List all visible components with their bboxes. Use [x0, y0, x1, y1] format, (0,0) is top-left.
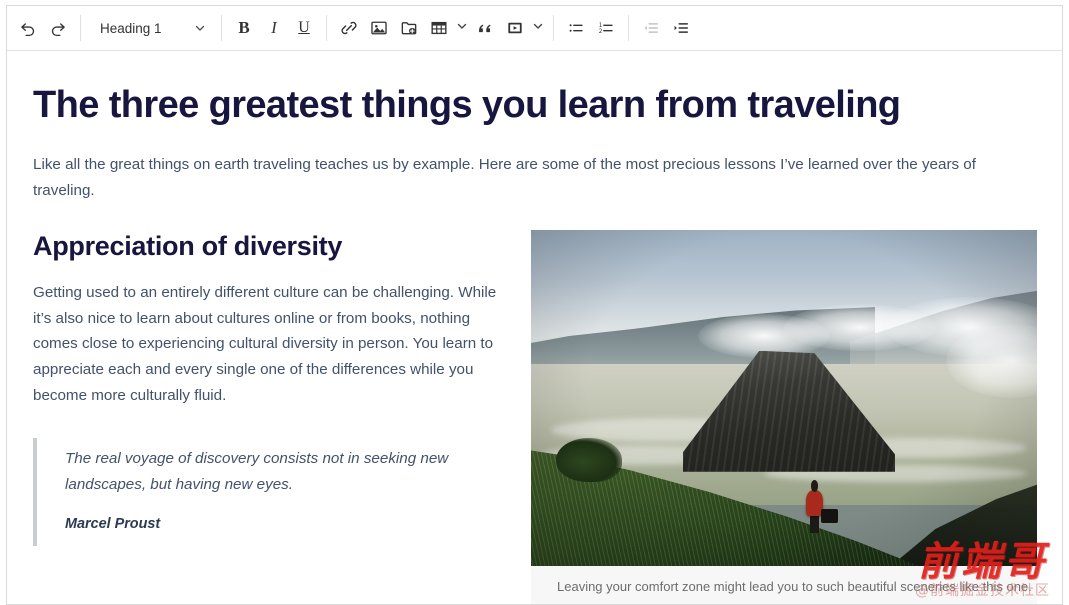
right-column: Leaving your comfort zone might lead you… — [531, 229, 1038, 604]
italic-button[interactable]: I — [259, 13, 289, 43]
photo-hiker-legs — [810, 514, 819, 533]
underline-icon: U — [298, 19, 310, 36]
toolbar-separator — [80, 15, 81, 41]
bulleted-list-icon — [567, 19, 585, 37]
quote-text: The real voyage of discovery consists no… — [65, 450, 449, 494]
chevron-down-icon — [532, 19, 544, 37]
table-button[interactable] — [424, 13, 454, 43]
photo-hiker-body — [805, 490, 823, 516]
editor-toolbar: Heading 1 B I U 1 2 — [7, 6, 1062, 51]
figure-image[interactable] — [531, 229, 1037, 566]
bulleted-list-button[interactable] — [561, 13, 591, 43]
undo-icon — [19, 19, 37, 37]
toolbar-group-lists: 1 2 — [561, 6, 621, 50]
toolbar-group-indent — [636, 6, 696, 50]
figure[interactable]: Leaving your comfort zone might lead you… — [531, 229, 1037, 604]
media-icon — [506, 19, 524, 37]
undo-button[interactable] — [13, 13, 43, 43]
photo-bush — [556, 438, 623, 482]
toolbar-group-history — [13, 6, 73, 50]
toolbar-separator — [221, 15, 222, 41]
image-button[interactable] — [364, 13, 394, 43]
link-icon — [340, 19, 358, 37]
numbered-list-icon: 1 2 — [597, 19, 615, 37]
chevron-down-icon — [456, 19, 468, 37]
chevron-down-icon — [194, 22, 206, 34]
insert-image-icon — [400, 19, 418, 37]
numbered-list-button[interactable]: 1 2 — [591, 13, 621, 43]
heading-style-value: Heading 1 — [100, 20, 162, 36]
rich-text-editor-window: Heading 1 B I U 1 2 The three greatest t… — [6, 5, 1063, 605]
indent-button[interactable] — [666, 13, 696, 43]
section-heading: Appreciation of diversity — [33, 230, 343, 261]
redo-icon — [49, 19, 67, 37]
toolbar-separator — [553, 15, 554, 41]
media-button[interactable] — [500, 13, 530, 43]
outdent-button[interactable] — [636, 13, 666, 43]
toolbar-group-inline-styles: B I U — [229, 6, 319, 50]
image-icon — [370, 19, 388, 37]
outdent-icon — [642, 19, 660, 37]
media-dropdown-caret[interactable] — [530, 13, 546, 43]
link-button[interactable] — [334, 13, 364, 43]
section-paragraph: Getting used to an entirely different cu… — [33, 284, 497, 404]
table-dropdown-caret[interactable] — [454, 13, 470, 43]
bold-button[interactable]: B — [229, 13, 259, 43]
figure-caption[interactable]: Leaving your comfort zone might lead you… — [531, 565, 1037, 604]
indent-icon — [672, 19, 690, 37]
left-column: Appreciation of diversity Getting used t… — [33, 230, 530, 547]
content-columns: Appreciation of diversity Getting used t… — [33, 229, 1038, 604]
underline-button[interactable]: U — [289, 13, 319, 43]
insert-image-button[interactable] — [394, 13, 424, 43]
photo-hiker-bag — [821, 509, 838, 524]
toolbar-separator — [628, 15, 629, 41]
toolbar-group-insert — [334, 6, 546, 50]
redo-button[interactable] — [43, 13, 73, 43]
svg-text:2: 2 — [599, 29, 603, 35]
editor-content-area[interactable]: The three greatest things you learn from… — [7, 51, 1062, 604]
page-title: The three greatest things you learn from… — [33, 84, 901, 126]
bold-icon: B — [238, 18, 250, 37]
quote-icon — [476, 19, 494, 37]
table-icon — [430, 19, 448, 37]
heading-style-dropdown[interactable]: Heading 1 — [88, 13, 214, 43]
toolbar-separator — [326, 15, 327, 41]
italic-icon: I — [271, 18, 277, 37]
quote-author: Marcel Proust — [65, 516, 161, 533]
intro-paragraph: Like all the great things on earth trave… — [33, 155, 976, 199]
blockquote: The real voyage of discovery consists no… — [33, 438, 515, 547]
blockquote-button[interactable] — [470, 13, 500, 43]
